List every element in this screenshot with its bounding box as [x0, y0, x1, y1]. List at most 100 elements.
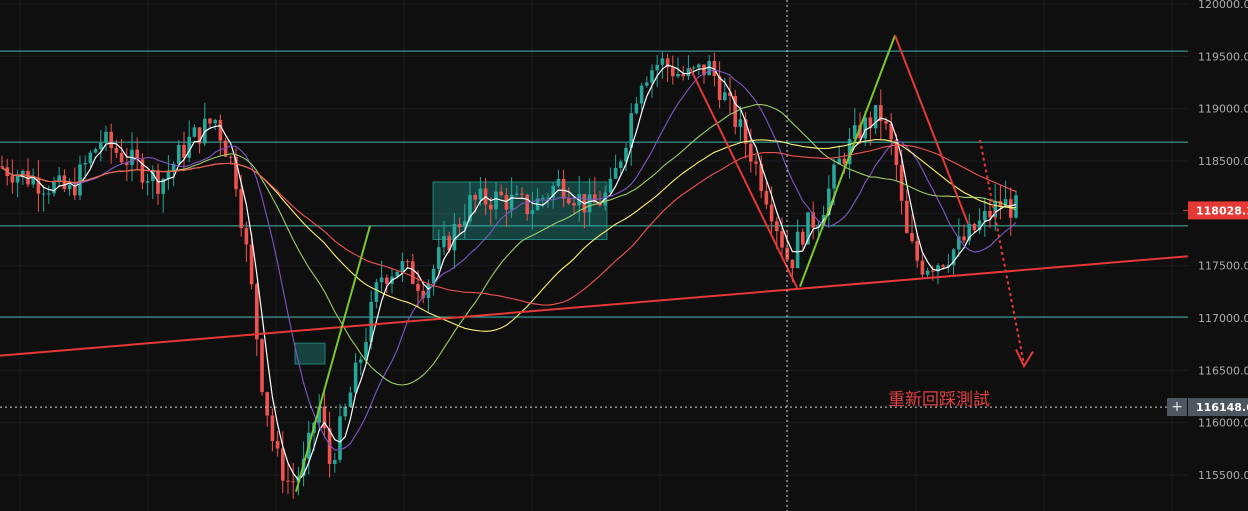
candle-body [613, 167, 618, 179]
candlestick-series [0, 51, 1018, 499]
candle-body [192, 127, 197, 137]
candle-body [988, 210, 992, 218]
candle-body [405, 261, 410, 263]
candle-body [249, 244, 254, 285]
candle-body [255, 284, 259, 340]
candle-body [972, 223, 977, 231]
candle-body [145, 181, 150, 183]
candle-body [780, 231, 784, 248]
candle-body [504, 195, 509, 210]
candle-body [801, 231, 805, 245]
candle-body [697, 64, 701, 68]
candle-body [520, 193, 524, 195]
candle-body [650, 70, 654, 83]
candle-body [660, 58, 665, 65]
trendline [0, 255, 1189, 357]
candle-body [260, 339, 264, 393]
candle-body [15, 175, 20, 183]
crosshair [0, 0, 1188, 511]
candle-body [764, 190, 769, 205]
plus-icon: + [1171, 399, 1183, 415]
candle-body [671, 67, 675, 77]
candle-body [67, 184, 72, 190]
candle-body [41, 193, 46, 195]
projection-arrow-line [979, 139, 1025, 365]
candle-body [353, 362, 358, 393]
candle-body [338, 416, 342, 460]
candle-body [333, 459, 337, 464]
candle-body [587, 194, 592, 213]
red-swing-line [689, 67, 798, 289]
zone-rect [294, 342, 326, 365]
candle-body [10, 176, 15, 183]
price-tick-label: 116000.0 [1198, 417, 1248, 430]
candle-body [738, 119, 743, 127]
candle-body [437, 247, 441, 269]
trend-drawings [0, 35, 1189, 493]
candle-body [119, 152, 124, 163]
chart-stage[interactable]: 120000.0119500.0119000.0118500.0118000.0… [0, 0, 1248, 511]
candle-body [473, 194, 477, 200]
candle-body [218, 119, 223, 141]
crosshair-plus-button[interactable]: + [1167, 398, 1187, 416]
candle-body [863, 117, 867, 139]
candle-body [0, 166, 4, 168]
candle-body [619, 161, 623, 168]
price-tick-label: 115500.0 [1198, 469, 1248, 482]
price-chart[interactable]: 120000.0119500.0119000.0118500.0118000.0… [0, 0, 1248, 511]
candle-body [379, 277, 384, 283]
candle-body [494, 191, 498, 210]
candle-body [478, 188, 483, 200]
candle-body [489, 204, 493, 210]
candle-body [343, 406, 347, 417]
candle-body [931, 270, 935, 272]
price-axis: 120000.0119500.0119000.0118500.0118000.0… [1183, 0, 1248, 482]
candle-body [769, 204, 774, 222]
candle-body [525, 194, 529, 215]
candle-body [208, 118, 212, 124]
candle-body [114, 147, 119, 153]
candle-body [135, 149, 139, 160]
candle-body [561, 178, 566, 199]
candle-body [832, 164, 836, 189]
candle-body [925, 270, 930, 275]
grid-lines [0, 0, 1188, 511]
price-tick-label: 118500.0 [1198, 155, 1248, 168]
candle-body [515, 193, 519, 195]
candle-body [941, 265, 945, 267]
current-price-label: 118028.1 [1196, 204, 1248, 217]
candle-body [286, 480, 290, 482]
candle-body [291, 481, 295, 483]
candle-body [905, 200, 909, 233]
candle-body [572, 203, 576, 206]
candle-body [83, 163, 87, 165]
candle-body [47, 193, 51, 195]
price-tick-label: 117000.0 [1198, 312, 1248, 325]
candle-body [915, 241, 919, 261]
candle-body [275, 441, 280, 449]
candle-body [691, 67, 696, 69]
candle-body [270, 415, 275, 442]
candle-body [1014, 195, 1018, 218]
candle-body [265, 392, 269, 416]
candle-body [78, 164, 82, 196]
candle-body [99, 143, 103, 150]
candle-body [795, 231, 800, 269]
candle-body [499, 191, 503, 196]
candle-body [385, 277, 389, 284]
candle-body [239, 189, 243, 229]
candle-body [182, 144, 186, 158]
candle-body [681, 73, 685, 77]
crosshair-price-label: 116148.6 [1196, 401, 1248, 414]
candle-body [546, 197, 550, 199]
candle-body [754, 161, 758, 164]
candle-body [411, 261, 415, 284]
candle-body [88, 152, 93, 164]
candle-body [93, 149, 98, 153]
candle-body [775, 221, 779, 232]
candle-body [104, 131, 108, 144]
candle-body [962, 236, 966, 241]
price-tick-label: 117500.0 [1198, 260, 1248, 273]
candle-body [884, 121, 888, 124]
candle-body [541, 197, 545, 199]
